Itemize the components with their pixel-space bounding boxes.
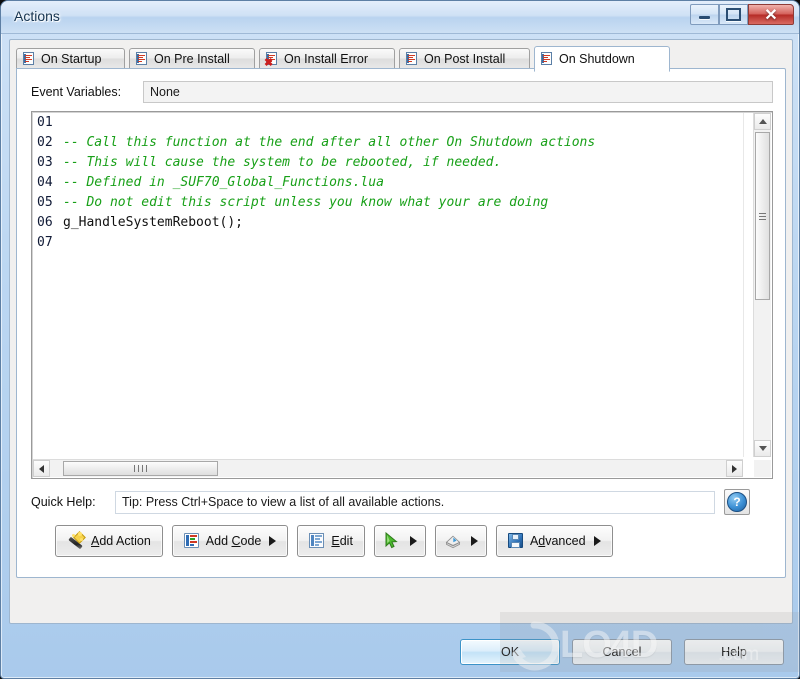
line-text: g_HandleSystemReboot();: [63, 215, 244, 230]
action-toolbar: Add Action Add Code Edit Advanced: [55, 525, 613, 557]
tab-on-pre-install[interactable]: On Pre Install: [129, 48, 255, 70]
run-button[interactable]: [373, 525, 426, 557]
caret-down-icon[interactable]: [269, 536, 277, 546]
close-icon: ✕: [764, 6, 778, 24]
script-document-icon: [540, 52, 554, 66]
vertical-scroll-thumb[interactable]: [755, 132, 770, 300]
chevron-right-icon: [732, 464, 737, 473]
line-number: 07: [37, 235, 53, 250]
tab-on-shutdown[interactable]: On Shutdown: [534, 46, 670, 72]
caret-down-icon[interactable]: [470, 536, 478, 546]
chevron-up-icon: [758, 119, 767, 124]
code-line: 04 -- Defined in _SUF70_Global_Functions…: [33, 173, 743, 193]
script-document-icon: [22, 52, 36, 66]
edit-button[interactable]: Edit: [297, 525, 365, 557]
package-button[interactable]: [434, 525, 487, 557]
add-code-button[interactable]: Add Code: [171, 525, 289, 557]
line-number: 01: [37, 115, 53, 130]
chevron-down-icon: [758, 446, 767, 451]
event-variables-row: Event Variables: None: [31, 81, 773, 103]
code-line: 02 -- Call this function at the end afte…: [33, 133, 743, 153]
floppy-save-icon: [507, 533, 524, 549]
ok-button[interactable]: OK: [460, 639, 560, 665]
window-title: Actions: [14, 8, 60, 24]
minimize-button[interactable]: [690, 4, 719, 25]
cancel-button[interactable]: Cancel: [572, 639, 672, 665]
tab-panel-on-shutdown: Event Variables: None 01 02 -- Call this…: [16, 68, 786, 578]
button-label: Add Code: [205, 534, 262, 548]
caret-down-icon[interactable]: [593, 536, 601, 546]
line-number: 05: [37, 195, 53, 210]
close-button[interactable]: ✕: [748, 4, 794, 25]
code-line: 01: [33, 113, 743, 133]
tab-label: On Shutdown: [559, 52, 635, 66]
edit-document-icon: [309, 533, 325, 549]
script-document-error-icon: ✖: [264, 52, 279, 69]
button-label: Add Action: [91, 534, 151, 548]
tab-on-startup[interactable]: On Startup: [16, 48, 125, 70]
help-button[interactable]: Help: [684, 639, 784, 665]
code-document-icon: [183, 533, 200, 549]
dialog-client-area: On Startup On Pre Install ✖ On Install E…: [9, 39, 793, 624]
grip-icon: [133, 465, 149, 472]
caret-down-icon[interactable]: [409, 536, 417, 546]
maximize-icon: [720, 5, 747, 24]
code-line: 06 g_HandleSystemReboot();: [33, 213, 743, 233]
line-text: -- Call this function at the end after a…: [63, 135, 596, 150]
scroll-down-button[interactable]: [754, 440, 771, 457]
advanced-button[interactable]: Advanced: [495, 525, 613, 557]
code-line: 03 -- This will cause the system to be r…: [33, 153, 743, 173]
event-variables-label: Event Variables:: [31, 85, 122, 99]
code-text-area[interactable]: 01 02 -- Call this function at the end a…: [33, 113, 744, 457]
dialog-footer: OK Cancel Help: [1, 630, 799, 678]
tab-label: On Startup: [41, 52, 102, 66]
event-variables-field[interactable]: None: [143, 81, 773, 103]
tab-label: On Install Error: [284, 52, 369, 66]
line-text: -- This will cause the system to be rebo…: [63, 155, 502, 170]
tab-on-install-error[interactable]: ✖ On Install Error: [259, 48, 395, 70]
green-cursor-icon: [383, 532, 401, 550]
line-number: 04: [37, 175, 53, 190]
code-line: 07: [33, 233, 743, 253]
scroll-up-button[interactable]: [754, 113, 771, 130]
scroll-left-button[interactable]: [33, 460, 50, 477]
grip-icon: [759, 211, 766, 222]
button-label: Advanced: [529, 534, 586, 548]
tab-label: On Post Install: [424, 52, 506, 66]
line-text: -- Defined in _SUF70_Global_Functions.lu…: [63, 175, 384, 190]
tab-label: On Pre Install: [154, 52, 230, 66]
tab-on-post-install[interactable]: On Post Install: [399, 48, 530, 70]
actions-dialog-window: Actions ✕ On Startup On Pre Install ✖ On…: [0, 0, 800, 679]
chevron-left-icon: [39, 464, 44, 473]
line-number: 03: [37, 155, 53, 170]
editor-vertical-scrollbar[interactable]: [753, 113, 771, 457]
code-line: 05 -- Do not edit this script unless you…: [33, 193, 743, 213]
title-bar[interactable]: Actions ✕: [1, 1, 799, 34]
line-text: -- Do not edit this script unless you kn…: [63, 195, 549, 210]
code-editor[interactable]: 01 02 -- Call this function at the end a…: [31, 111, 773, 479]
line-number: 06: [37, 215, 53, 230]
script-document-icon: [405, 52, 419, 66]
scrollbar-corner: [754, 460, 771, 477]
quick-help-button[interactable]: ?: [724, 489, 750, 515]
add-action-button[interactable]: Add Action: [55, 525, 163, 557]
button-label: Edit: [331, 534, 353, 548]
tab-strip: On Startup On Pre Install ✖ On Install E…: [16, 46, 786, 72]
package-box-icon: [444, 532, 462, 550]
script-document-icon: [135, 52, 149, 66]
magic-wand-icon: [67, 531, 86, 550]
editor-horizontal-scrollbar[interactable]: [33, 459, 743, 477]
quick-help-text: Tip: Press Ctrl+Space to view a list of …: [115, 490, 715, 514]
minimize-icon: [691, 5, 718, 24]
scroll-right-button[interactable]: [726, 460, 743, 477]
maximize-button[interactable]: [719, 4, 748, 25]
question-mark-icon: ?: [727, 492, 747, 512]
horizontal-scroll-thumb[interactable]: [63, 461, 218, 476]
quick-help-label: Quick Help:: [31, 495, 96, 509]
quick-help-row: Quick Help: Tip: Press Ctrl+Space to vie…: [31, 489, 773, 515]
line-number: 02: [37, 135, 53, 150]
